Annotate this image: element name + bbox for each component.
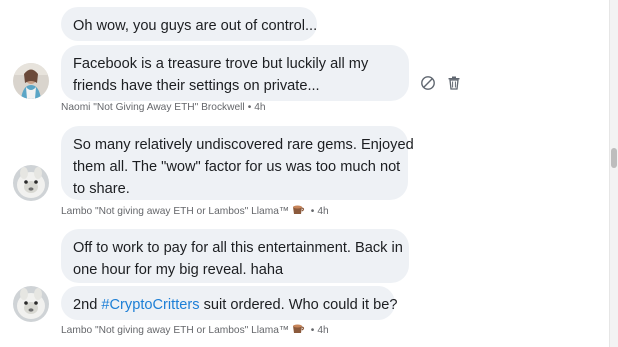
- message-line: to share.: [73, 181, 130, 197]
- coffee-cup-icon: [292, 205, 308, 217]
- sender-line: Lambo "Not giving away ETH or Lambos" Ll…: [61, 323, 329, 337]
- timestamp[interactable]: 4h: [254, 102, 265, 113]
- message-line: friends have their settings on private..…: [73, 78, 320, 94]
- message-actions: [420, 75, 462, 91]
- message-line: So many relatively undiscovered rare gem…: [73, 137, 414, 153]
- message-text: 2nd: [73, 297, 102, 313]
- sender-name[interactable]: Lambo "Not giving away ETH or Lambos" Ll…: [61, 206, 289, 217]
- sender-name[interactable]: Lambo "Not giving away ETH or Lambos" Ll…: [61, 325, 289, 336]
- chat-viewport: Oh wow, you guys are out of control... F…: [0, 0, 618, 347]
- hashtag-link[interactable]: #CryptoCritters: [101, 297, 199, 313]
- timestamp[interactable]: 4h: [317, 325, 328, 336]
- message-bubble[interactable]: 2nd #CryptoCritters suit ordered. Who co…: [61, 286, 398, 320]
- message-line: Facebook is a treasure trove but luckily…: [73, 56, 369, 72]
- message-bubble[interactable]: So many relatively undiscovered rare gem…: [61, 126, 414, 200]
- sender-line: Naomi "Not Giving Away ETH" Brockwell • 4h: [61, 102, 266, 114]
- scrollbar-thumb[interactable]: [611, 148, 617, 168]
- coffee-cup-icon: [292, 324, 308, 336]
- message-bubble[interactable]: Off to work to pay for all this entertai…: [61, 229, 409, 283]
- message-line: Off to work to pay for all this entertai…: [73, 240, 403, 256]
- message-line: them all. The "wow" factor for us was to…: [73, 159, 401, 175]
- timestamp[interactable]: 4h: [317, 206, 328, 217]
- message-text: suit ordered. Who could it be?: [199, 297, 398, 313]
- sender-name[interactable]: Naomi "Not Giving Away ETH" Brockwell: [61, 102, 245, 113]
- trash-icon[interactable]: [446, 75, 462, 91]
- message-bubble[interactable]: Facebook is a treasure trove but luckily…: [61, 45, 409, 101]
- separator: •: [310, 325, 315, 336]
- message-bubble[interactable]: Oh wow, you guys are out of control...: [61, 7, 317, 41]
- separator: •: [247, 102, 252, 113]
- avatar[interactable]: [13, 63, 49, 99]
- hide-icon[interactable]: [420, 75, 436, 91]
- avatar[interactable]: [13, 165, 49, 201]
- sender-line: Lambo "Not giving away ETH or Lambos" Ll…: [61, 204, 329, 218]
- avatar[interactable]: [13, 286, 49, 322]
- scrollbar[interactable]: [609, 0, 618, 347]
- message-line: one hour for my big reveal. haha: [73, 262, 284, 278]
- message-text: Oh wow, you guys are out of control...: [73, 18, 318, 34]
- separator: •: [310, 206, 315, 217]
